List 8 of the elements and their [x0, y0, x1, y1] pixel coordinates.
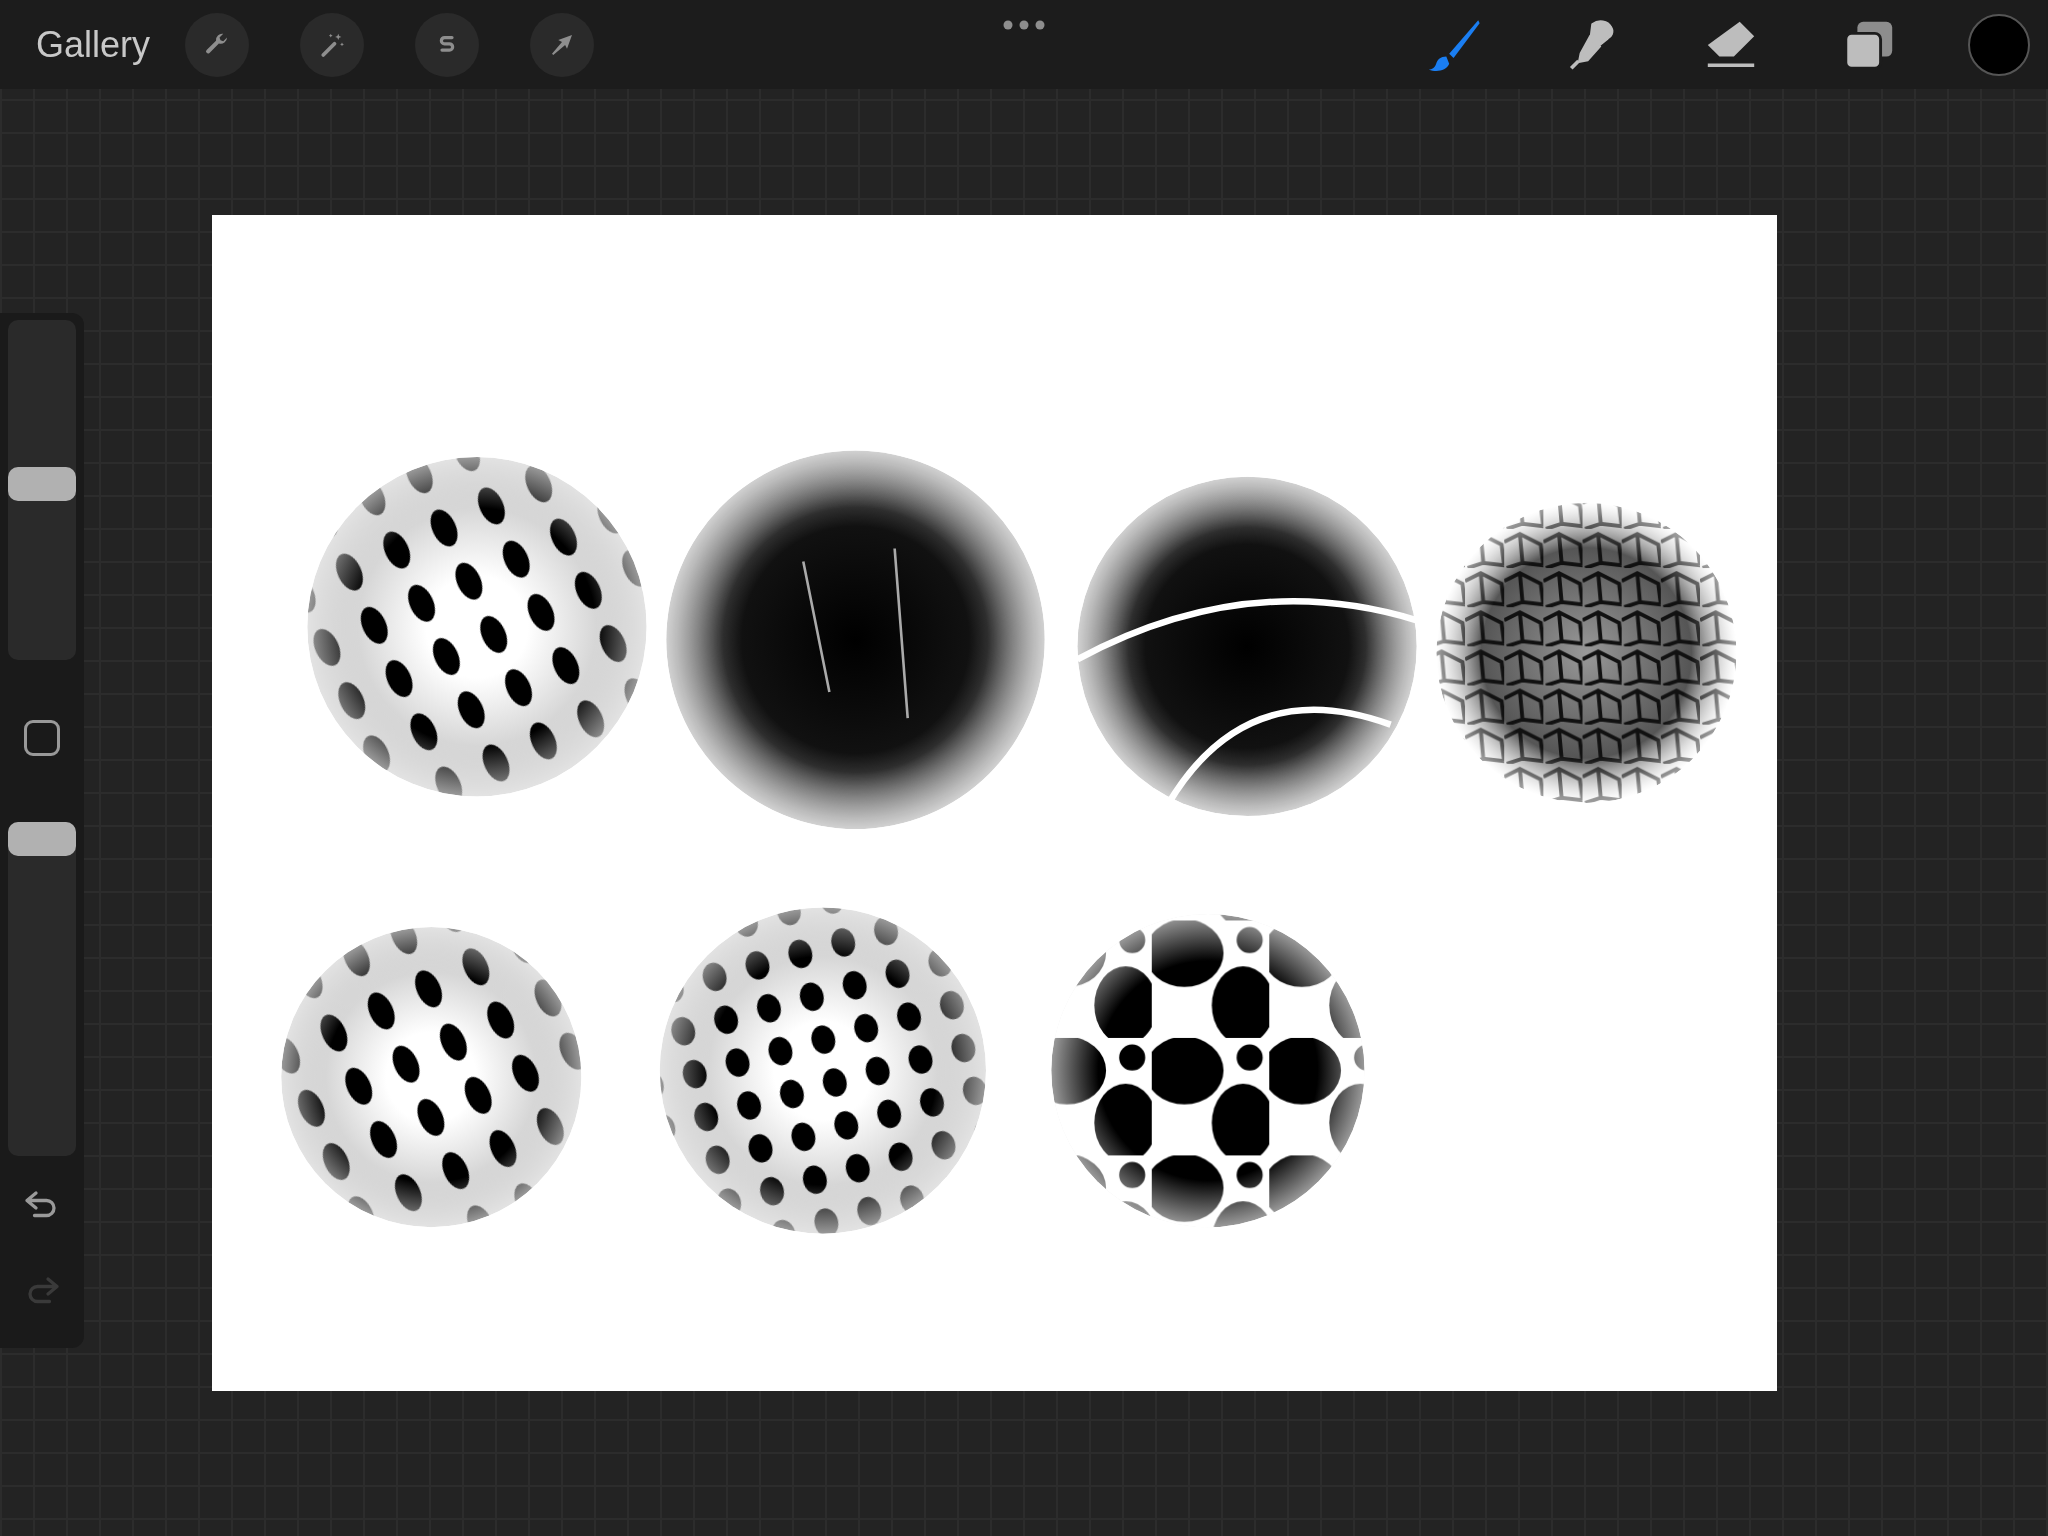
opacity-slider[interactable] — [8, 822, 76, 1156]
brush-size-slider[interactable] — [8, 320, 76, 660]
more-icon[interactable] — [1002, 19, 1046, 31]
slider-thumb[interactable] — [8, 822, 76, 856]
slider-thumb[interactable] — [8, 466, 76, 501]
gallery-button[interactable]: Gallery — [22, 17, 165, 72]
drawing-canvas[interactable] — [212, 215, 1777, 1391]
modify-button[interactable] — [24, 720, 60, 756]
